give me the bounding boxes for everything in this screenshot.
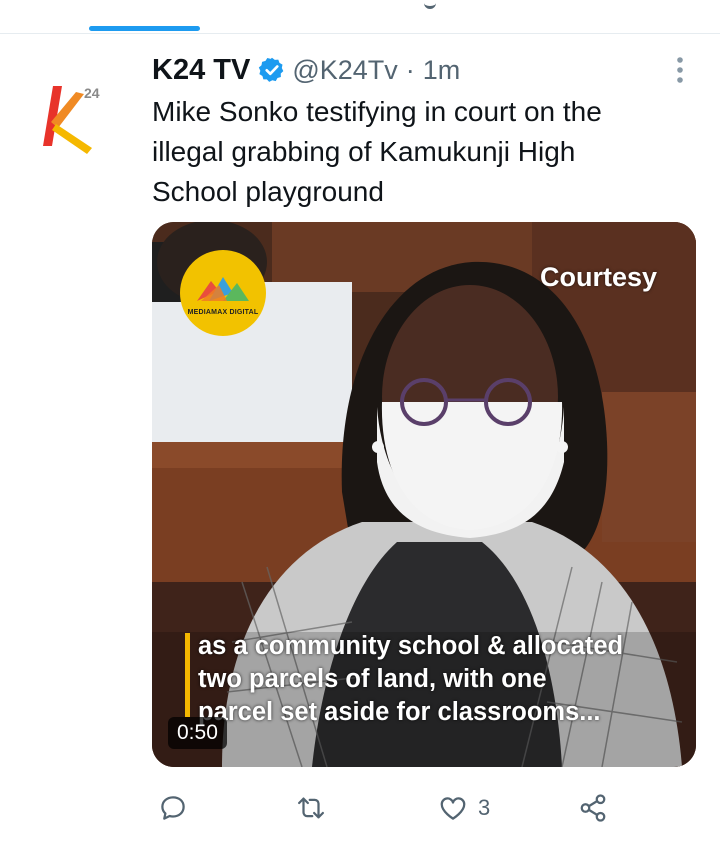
share-icon	[580, 794, 606, 822]
courtesy-label: Courtesy	[540, 262, 658, 292]
timestamp[interactable]: 1m	[423, 55, 461, 86]
retweet-icon	[298, 797, 324, 819]
video-caption: as a community school & allocated two pa…	[198, 632, 624, 726]
verified-badge-icon	[259, 57, 284, 82]
retweet-button[interactable]	[296, 786, 326, 830]
like-count: 3	[478, 795, 491, 820]
mediamax-watermark-text: MEDIAMAX DIGITAL	[187, 308, 259, 316]
video-media[interactable]: MEDIAMAX DIGITAL Courtesy as a community…	[152, 222, 696, 767]
share-button[interactable]	[578, 786, 608, 830]
more-options-icon[interactable]	[672, 56, 688, 84]
display-name[interactable]: K24 TV	[152, 54, 250, 87]
tweet-header: K24 TV @K24Tv · 1m	[152, 52, 460, 88]
mediamax-logo: MEDIAMAX DIGITAL	[180, 250, 266, 336]
like-button[interactable]: 3	[438, 786, 490, 830]
top-tab-indicator	[89, 26, 200, 31]
mediamax-house-icon	[197, 276, 249, 301]
top-cut-glyph	[424, 0, 436, 9]
tweet-actions: 3	[152, 786, 632, 830]
tweet[interactable]: 24 K24 TV @K24Tv · 1m Mike Sonko testify…	[0, 34, 720, 843]
k24-logo-icon: 24	[43, 85, 100, 154]
caption-accent-bar	[185, 633, 190, 717]
video-duration: 0:50	[168, 717, 227, 749]
avatar[interactable]: 24	[40, 78, 110, 154]
reply-button[interactable]	[158, 786, 188, 830]
separator-dot: ·	[405, 54, 415, 85]
heart-icon	[440, 797, 466, 820]
svg-text:24: 24	[84, 85, 100, 101]
tweet-text: Mike Sonko testifying in court on the il…	[152, 96, 602, 207]
handle[interactable]: @K24Tv	[292, 55, 397, 86]
reply-icon	[161, 796, 185, 820]
